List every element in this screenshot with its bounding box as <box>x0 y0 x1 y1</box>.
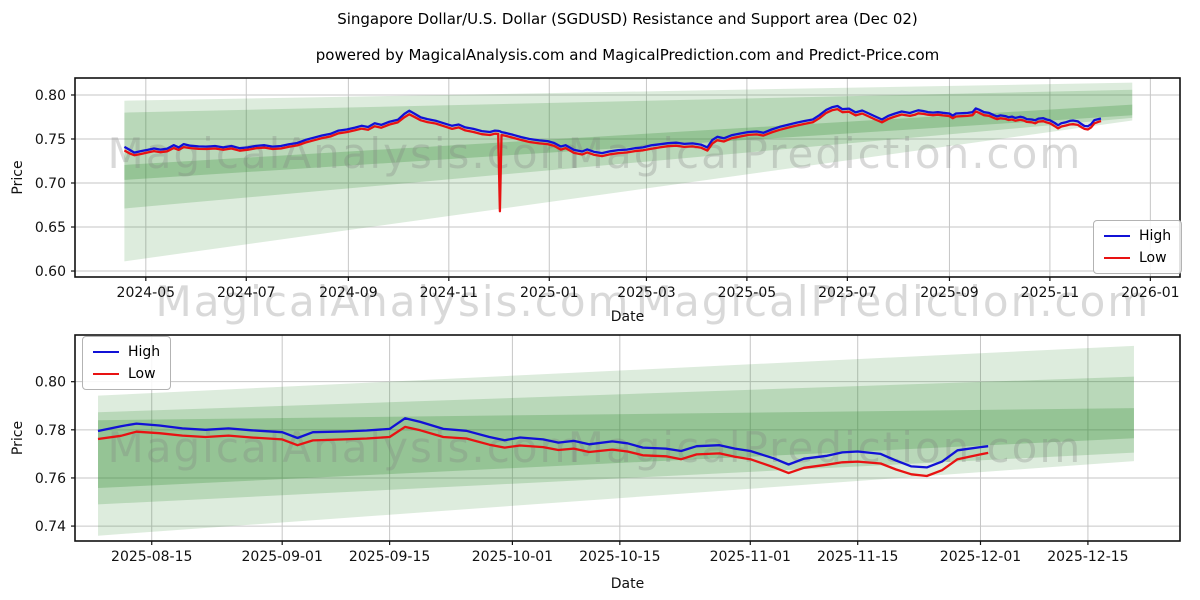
x-tick-label: 2025-10-01 <box>472 549 553 565</box>
x-tick-label: 2025-09 <box>920 285 979 301</box>
x-tick-label: 2024-09 <box>319 285 378 301</box>
legend-low-label: Low <box>1139 251 1167 265</box>
x-tick-label: 2025-12-01 <box>940 549 1021 565</box>
low-line-swatch <box>93 373 119 375</box>
legend-entry-high: High <box>1104 229 1171 243</box>
bottom-chart-canvas: MagicalAnalysis.comMagicalPrediction.com… <box>0 330 1200 600</box>
y-axis-label: Price <box>10 160 26 194</box>
top-chart-legend: High Low <box>1093 220 1182 274</box>
x-tick-label: 2024-11 <box>420 285 479 301</box>
x-tick-label: 2025-01 <box>520 285 579 301</box>
x-tick-label: 2024-05 <box>117 285 176 301</box>
y-axis-label: Price <box>10 421 26 455</box>
legend-entry-low: Low <box>93 367 160 381</box>
legend-high-label: High <box>1139 229 1171 243</box>
x-tick-label: 2025-11-01 <box>710 549 791 565</box>
y-tick-label: 0.65 <box>35 220 66 236</box>
y-tick-label: 0.80 <box>35 375 66 391</box>
low-line-swatch <box>1104 257 1130 259</box>
x-tick-label: 2026-01 <box>1121 285 1180 301</box>
x-tick-label: 2025-08-15 <box>111 549 192 565</box>
x-tick-label: 2024-07 <box>217 285 276 301</box>
x-tick-label: 2025-09-15 <box>349 549 430 565</box>
y-tick-label: 0.70 <box>35 176 66 192</box>
x-axis-label: Date <box>611 576 644 592</box>
x-tick-label: 2025-03 <box>617 285 676 301</box>
legend-low-label: Low <box>128 367 156 381</box>
x-tick-label: 2025-11 <box>1021 285 1080 301</box>
y-tick-label: 0.80 <box>35 88 66 104</box>
y-tick-label: 0.76 <box>35 471 66 487</box>
y-tick-label: 0.75 <box>35 132 66 148</box>
legend-entry-low: Low <box>1104 251 1171 265</box>
x-tick-label: 2025-07 <box>818 285 877 301</box>
x-tick-label: 2025-12-15 <box>1047 549 1128 565</box>
y-tick-label: 0.60 <box>35 264 66 280</box>
x-tick-label: 2025-10-15 <box>579 549 660 565</box>
high-line-swatch <box>93 351 119 353</box>
legend-entry-high: High <box>93 345 160 359</box>
x-tick-label: 2025-09-01 <box>242 549 323 565</box>
bottom-chart-legend: High Low <box>82 336 171 390</box>
y-tick-label: 0.78 <box>35 423 66 439</box>
top-chart-canvas: MagicalAnalysis.comMagicalPrediction.com… <box>0 0 1200 330</box>
high-line-swatch <box>1104 235 1130 237</box>
x-axis-label: Date <box>611 309 644 325</box>
x-tick-label: 2025-11-15 <box>817 549 898 565</box>
x-tick-label: 2025-05 <box>718 285 777 301</box>
legend-high-label: High <box>128 345 160 359</box>
watermark-text: MagicalPrediction.com <box>568 129 1083 178</box>
y-tick-label: 0.74 <box>35 519 66 535</box>
